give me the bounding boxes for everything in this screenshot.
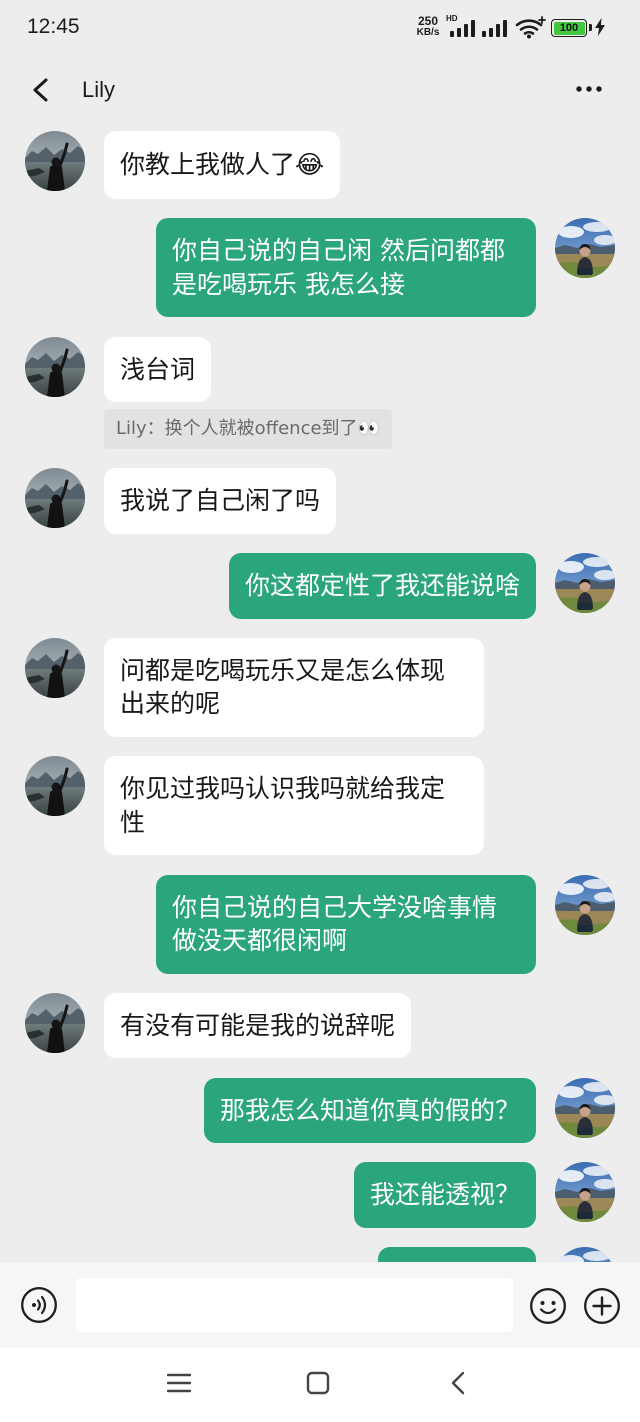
message-row	[0, 1247, 640, 1262]
status-time: 12:45	[27, 15, 80, 38]
battery-icon: 100	[551, 19, 592, 37]
contact-avatar[interactable]	[25, 638, 85, 698]
my-avatar[interactable]	[555, 1078, 615, 1138]
message-row: 你自己说的自己大学没啥事情做没天都很闲啊	[0, 874, 640, 974]
message-list[interactable]: 你教上我做人了😂 你自己说的自己闲 然后问都都是吃喝玩乐 我怎么接 浅台词 Li…	[0, 131, 640, 1262]
my-avatar[interactable]	[555, 1162, 615, 1222]
chat-title: Lily	[82, 77, 116, 102]
incoming-message-bubble[interactable]: 你见过我吗认识我吗就给我定性	[104, 756, 484, 856]
my-avatar[interactable]	[555, 1247, 615, 1262]
message-row: 问都是吃喝玩乐又是怎么体现出来的呢	[0, 637, 640, 737]
incoming-message-bubble[interactable]: 浅台词	[104, 336, 212, 403]
incoming-message-bubble[interactable]: 有没有可能是我的说辞呢	[104, 992, 412, 1059]
more-icon[interactable]	[574, 84, 604, 94]
message-row: 我说了自己闲了吗	[0, 468, 640, 534]
message-composer	[0, 1262, 640, 1348]
my-avatar[interactable]	[555, 875, 615, 935]
battery-level: 100	[553, 21, 585, 35]
incoming-message-bubble[interactable]: 我说了自己闲了吗	[104, 468, 337, 534]
outgoing-message-bubble[interactable]	[378, 1247, 536, 1262]
message-row: 你这都定性了我还能说啥	[0, 553, 640, 619]
incoming-message-bubble[interactable]: 问都是吃喝玩乐又是怎么体现出来的呢	[104, 637, 484, 737]
outgoing-message-bubble[interactable]: 你自己说的自己大学没啥事情做没天都很闲啊	[156, 874, 536, 974]
outgoing-message-bubble[interactable]: 那我怎么知道你真的假的？	[203, 1077, 536, 1144]
home-square-icon[interactable]	[306, 1371, 330, 1395]
network-speed: 250 KB/s	[411, 15, 445, 38]
message-row: 你自己说的自己闲 然后问都都是吃喝玩乐 我怎么接	[0, 218, 640, 318]
contact-avatar[interactable]	[25, 337, 85, 397]
menu-icon[interactable]	[167, 1372, 191, 1394]
plus-circle-icon[interactable]	[583, 1287, 621, 1325]
outgoing-message-bubble[interactable]: 你这都定性了我还能说啥	[228, 553, 536, 619]
message-row: 你教上我做人了😂	[0, 131, 640, 199]
outgoing-message-bubble[interactable]: 我还能透视？	[353, 1162, 536, 1228]
back-icon[interactable]	[450, 1371, 466, 1395]
signal-icon	[450, 20, 475, 37]
message-group: 浅台词 Lily：换个人就被offence到了👀	[104, 336, 392, 450]
charging-bolt-icon	[595, 18, 605, 36]
contact-avatar[interactable]	[25, 468, 85, 528]
my-avatar[interactable]	[555, 553, 615, 613]
outgoing-message-bubble[interactable]: 你自己说的自己闲 然后问都都是吃喝玩乐 我怎么接	[156, 218, 536, 318]
incoming-message-bubble[interactable]: 你教上我做人了😂	[104, 131, 341, 199]
wifi-icon	[515, 16, 546, 39]
emoji-icon[interactable]	[529, 1287, 567, 1325]
message-row: 有没有可能是我的说辞呢	[0, 992, 640, 1059]
message-row: 你见过我吗认识我吗就给我定性	[0, 756, 640, 856]
contact-avatar[interactable]	[25, 993, 85, 1053]
network-speed-unit: KB/s	[416, 27, 440, 38]
voice-icon[interactable]	[20, 1286, 58, 1324]
message-row: 浅台词 Lily：换个人就被offence到了👀	[0, 336, 640, 450]
system-nav-bar	[0, 1348, 640, 1422]
quoted-reply[interactable]: Lily：换个人就被offence到了👀	[104, 409, 392, 450]
message-input[interactable]	[76, 1278, 513, 1332]
network-speed-value: 250	[417, 14, 439, 28]
message-row: 我还能透视？	[0, 1162, 640, 1228]
contact-avatar[interactable]	[25, 131, 85, 191]
chevron-left-icon[interactable]	[29, 77, 53, 103]
message-row: 那我怎么知道你真的假的？	[0, 1077, 640, 1144]
contact-avatar[interactable]	[25, 756, 85, 816]
my-avatar[interactable]	[555, 218, 615, 278]
signal-icon	[482, 20, 507, 37]
